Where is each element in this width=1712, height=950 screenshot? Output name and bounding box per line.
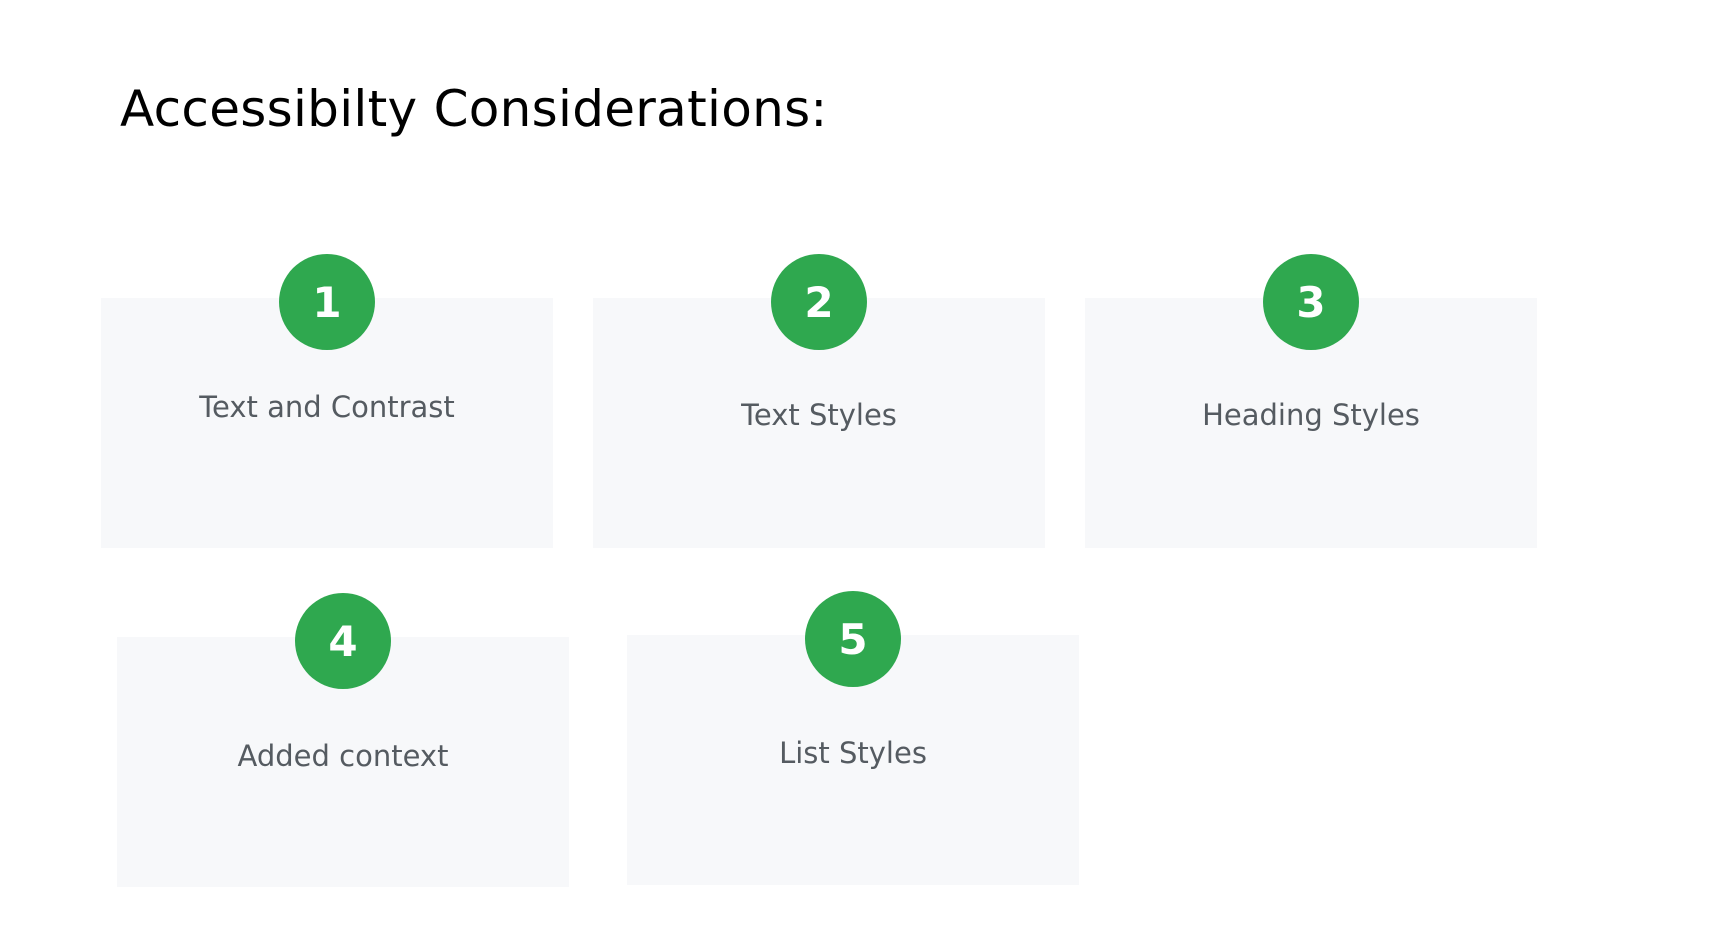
card-label: Text Styles: [741, 398, 897, 432]
number-badge-1: 1: [279, 254, 375, 350]
number-badge-4: 4: [295, 593, 391, 689]
slide-title: Accessibilty Considerations:: [120, 80, 828, 138]
card-label: Heading Styles: [1202, 398, 1420, 432]
number-badge-3: 3: [1263, 254, 1359, 350]
card-label: Text and Contrast: [199, 390, 455, 424]
number-badge-2: 2: [771, 254, 867, 350]
number-badge-5: 5: [805, 591, 901, 687]
card-label: Added context: [237, 739, 449, 773]
card-label: List Styles: [779, 736, 927, 770]
